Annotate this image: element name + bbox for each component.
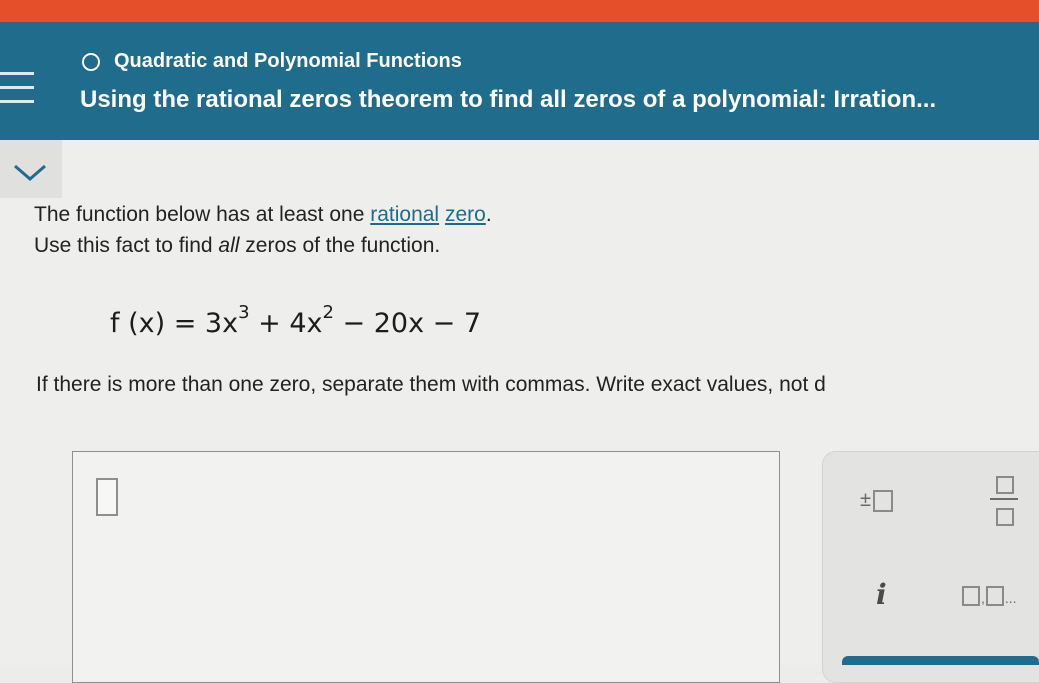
- problem-text: The function below has at least one: [34, 203, 371, 226]
- problem-text: Use this fact to find: [34, 234, 219, 257]
- status-circle-icon: [82, 52, 100, 71]
- problem-statement-line1: The function below has at least one rati…: [34, 203, 492, 227]
- equation-middle: + 4x: [249, 308, 323, 339]
- list-key[interactable]: ,...: [962, 586, 1018, 606]
- chevron-down-icon: [14, 164, 46, 181]
- equation-rhs: − 20x − 7: [333, 308, 482, 339]
- imaginary-i-key[interactable]: i: [876, 578, 887, 611]
- list-ellipsis: ...: [1004, 590, 1017, 606]
- lesson-header: Quadratic and Polynomial Functions Using…: [0, 22, 1039, 140]
- answer-input-area[interactable]: [72, 451, 780, 683]
- plus-minus-box-icon: ±: [860, 489, 871, 511]
- answer-instructions: If there is more than one zero, separate…: [36, 373, 826, 396]
- problem-statement-line2: Use this fact to find all zeros of the f…: [34, 234, 440, 258]
- lesson-title: Using the rational zeros theorem to find…: [80, 86, 937, 113]
- period: .: [485, 203, 492, 226]
- problem-text: zeros of the function.: [239, 234, 441, 257]
- submit-button-edge[interactable]: [842, 656, 1039, 665]
- fraction-key[interactable]: [990, 474, 1018, 530]
- zero-link[interactable]: zero: [445, 203, 486, 226]
- topic-title: Quadratic and Polynomial Functions: [114, 50, 462, 72]
- fraction-icon: [990, 498, 1018, 500]
- topic-row: Quadratic and Polynomial Functions: [82, 50, 462, 73]
- answer-input-cursor-box[interactable]: [96, 478, 118, 516]
- list-icon: ,: [981, 590, 985, 606]
- exponent-3: 3: [238, 302, 250, 323]
- imaginary-i-icon: i: [876, 578, 887, 611]
- function-equation: f (x) = 3x3 + 4x2 − 20x − 7: [110, 302, 481, 339]
- collapse-toggle[interactable]: [0, 140, 62, 198]
- rational-link[interactable]: rational: [370, 203, 439, 226]
- emphasis-all: all: [218, 234, 240, 257]
- plus-minus-key[interactable]: ±: [860, 489, 893, 512]
- equation-lhs: f (x) = 3x: [110, 308, 239, 339]
- exponent-2: 2: [322, 302, 334, 323]
- menu-icon[interactable]: [0, 66, 34, 110]
